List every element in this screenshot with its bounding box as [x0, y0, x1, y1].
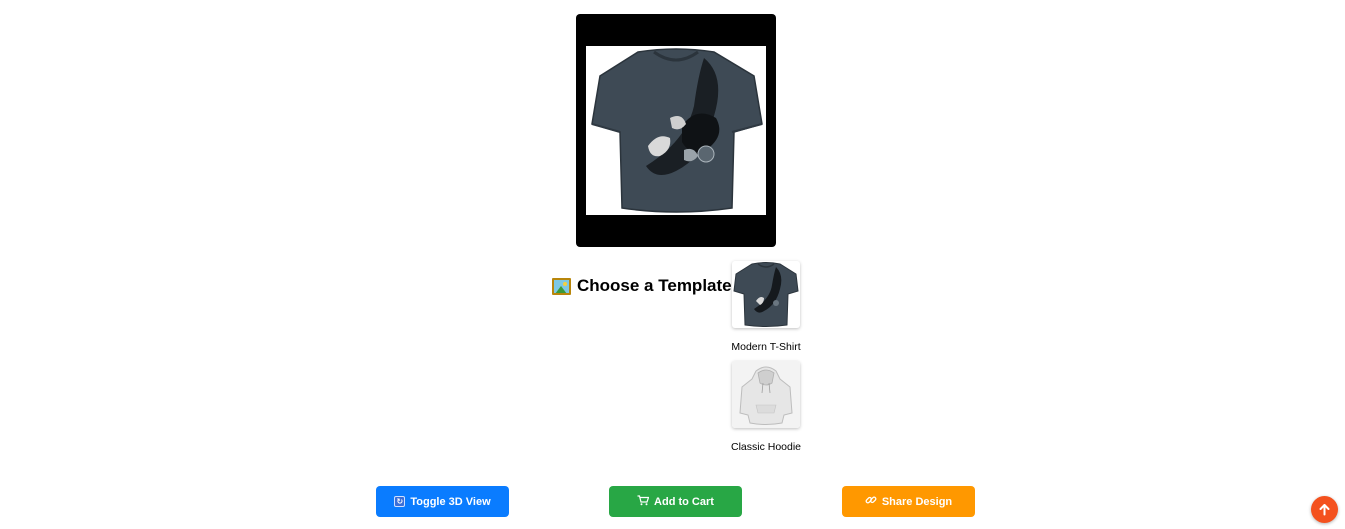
- cart-icon: [637, 494, 650, 509]
- share-design-label: Share Design: [881, 495, 953, 508]
- framed-picture-icon: [552, 277, 571, 295]
- arrow-up-icon: [1319, 504, 1330, 516]
- toggle-3d-view-label: Toggle 3D View: [410, 495, 491, 508]
- template-item-modern-tshirt[interactable]: Modern T-Shirt: [728, 261, 804, 353]
- refresh-icon: ↻: [394, 496, 406, 507]
- template-label: Classic Hoodie: [730, 441, 802, 453]
- add-to-cart-label: Add to Cart: [654, 495, 714, 508]
- link-icon: [865, 494, 877, 509]
- tshirt-preview-graphic: [591, 48, 763, 213]
- toggle-3d-view-button[interactable]: ↻ Toggle 3D View: [376, 486, 509, 517]
- template-label: Modern T-Shirt: [731, 341, 801, 353]
- hoodie-icon[interactable]: [732, 361, 800, 428]
- scroll-to-top-button[interactable]: [1311, 496, 1338, 523]
- template-item-classic-hoodie[interactable]: Classic Hoodie: [728, 361, 804, 453]
- preview-image: [586, 46, 766, 215]
- template-chooser-heading: Choose a Template: [552, 276, 732, 296]
- add-to-cart-button[interactable]: Add to Cart: [609, 486, 742, 517]
- tshirt-icon[interactable]: [732, 261, 800, 328]
- share-design-button[interactable]: Share Design: [842, 486, 975, 517]
- page: Choose a Template Modern T-Shirt Classic…: [0, 0, 1345, 529]
- template-chooser-title: Choose a Template: [577, 276, 732, 295]
- template-list: Modern T-Shirt Classic Hoodie: [728, 261, 804, 461]
- design-preview-canvas[interactable]: [576, 14, 776, 247]
